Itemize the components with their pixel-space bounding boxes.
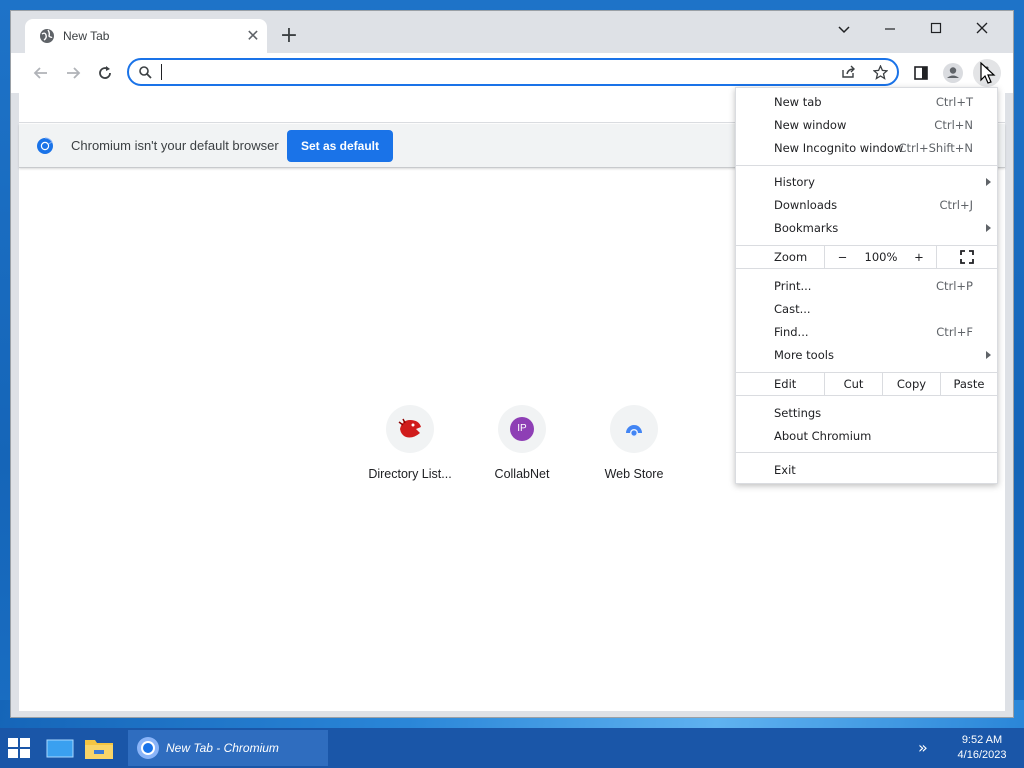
menu-label: Settings [774, 406, 822, 420]
tray-overflow-icon[interactable]: » [918, 738, 928, 757]
chromium-logo-icon [37, 137, 53, 154]
address-input[interactable] [159, 63, 819, 81]
close-tab-icon[interactable]: ✕ [243, 26, 263, 46]
menu-label: Bookmarks [774, 221, 839, 235]
menu-label: About Chromium [774, 429, 872, 443]
app-menu: New tab Ctrl+T New window Ctrl+N New Inc… [735, 87, 998, 484]
tab-search-icon[interactable] [821, 15, 867, 45]
menu-shortcut: Ctrl+J [939, 198, 974, 212]
menu-item-more-tools[interactable]: More tools [736, 344, 997, 367]
menu-item-downloads[interactable]: Downloads Ctrl+J [736, 194, 997, 217]
menu-zoom-row: Zoom − 100% + [736, 245, 997, 269]
omnibox[interactable] [127, 58, 899, 86]
tab-title: New Tab [63, 29, 110, 43]
mouse-cursor-icon [980, 62, 996, 84]
close-window-icon[interactable] [959, 15, 1005, 45]
menu-item-history[interactable]: History [736, 171, 997, 194]
infobar-message: Chromium isn't your default browser [71, 138, 279, 153]
tab-new-tab[interactable]: New Tab ✕ [25, 19, 267, 53]
submenu-arrow-icon [986, 178, 991, 186]
bookmark-star-icon[interactable] [873, 65, 888, 80]
menu-label: Find... [774, 325, 809, 339]
menu-item-about[interactable]: About Chromium [736, 425, 997, 448]
menu-shortcut: Ctrl+F [936, 325, 973, 339]
menu-item-find[interactable]: Find... Ctrl+F [736, 321, 997, 344]
menu-label: Exit [774, 463, 796, 477]
shortcut-icon-circle [386, 405, 434, 453]
menu-separator [736, 165, 997, 166]
menu-separator [736, 452, 997, 453]
reload-icon[interactable] [91, 59, 119, 87]
minimize-icon[interactable] [867, 15, 913, 45]
menu-edit-row: Edit Cut Copy Paste [736, 372, 997, 396]
menu-item-new-incognito[interactable]: New Incognito window Ctrl+Shift+N [736, 137, 997, 160]
profile-icon[interactable] [939, 59, 967, 87]
menu-label: New window [774, 118, 847, 132]
shortcut-label: Web Store [604, 467, 664, 481]
side-panel-icon[interactable] [907, 59, 935, 87]
zoom-value: 100% [864, 250, 898, 264]
zoom-label: Zoom [774, 250, 808, 264]
red-creature-icon [398, 418, 421, 438]
menu-label: Print... [774, 279, 812, 293]
copy-button[interactable]: Copy [882, 373, 940, 395]
zoom-out-button[interactable]: − [824, 246, 860, 268]
taskbar: New Tab - Chromium » 9:52 AM 4/16/2023 [0, 728, 1024, 768]
web-store-icon [626, 425, 642, 437]
submenu-arrow-icon [986, 351, 991, 359]
menu-item-new-tab[interactable]: New tab Ctrl+T [736, 91, 997, 114]
submenu-arrow-icon [986, 224, 991, 232]
maximize-icon[interactable] [913, 15, 959, 45]
taskbar-window-title: New Tab - Chromium [166, 741, 279, 755]
back-icon[interactable] [27, 59, 55, 87]
menu-shortcut: Ctrl+P [935, 279, 973, 293]
shortcut-web-store[interactable]: Web Store [579, 405, 689, 481]
menu-label: Downloads [774, 198, 838, 212]
windows-start-icon[interactable] [4, 734, 34, 762]
shortcut-directory-list[interactable]: Directory List... [355, 405, 465, 481]
menu-item-cast[interactable]: Cast... [736, 298, 997, 321]
menu-item-settings[interactable]: Settings [736, 402, 997, 425]
clock-date: 4/16/2023 [957, 749, 1007, 761]
zoom-in-button[interactable]: + [902, 246, 936, 268]
menu-label: New Incognito window [774, 141, 904, 155]
clock-time: 9:52 AM [961, 734, 1003, 746]
forward-icon[interactable] [59, 59, 87, 87]
chromium-taskbar-icon [137, 737, 159, 759]
menu-label: Cast... [774, 302, 811, 316]
menu-item-new-window[interactable]: New window Ctrl+N [736, 114, 997, 137]
desktop-app-icon[interactable] [44, 732, 76, 764]
cut-button[interactable]: Cut [824, 373, 882, 395]
menu-shortcut: Ctrl+N [934, 118, 973, 132]
paste-button[interactable]: Paste [940, 373, 997, 395]
share-icon[interactable] [841, 65, 857, 79]
file-explorer-icon[interactable] [82, 732, 116, 764]
menu-item-print[interactable]: Print... Ctrl+P [736, 275, 997, 298]
fullscreen-icon[interactable] [936, 246, 997, 268]
title-bar: New Tab ✕ + [11, 11, 1013, 53]
shortcut-label: Directory List... [368, 467, 452, 481]
menu-item-exit[interactable]: Exit [736, 459, 997, 482]
edit-label: Edit [774, 377, 797, 391]
system-clock[interactable]: 9:52 AM 4/16/2023 [946, 733, 1018, 763]
menu-item-bookmarks[interactable]: Bookmarks [736, 217, 997, 240]
shortcut-icon-circle: IP [498, 405, 546, 453]
search-icon [139, 66, 152, 79]
menu-shortcut: Ctrl+Shift+N [898, 141, 973, 155]
shortcut-collabnet[interactable]: IP CollabNet [467, 405, 577, 481]
text-caret [161, 64, 162, 80]
globe-icon [40, 29, 54, 43]
menu-label: New tab [774, 95, 822, 109]
menu-shortcut: Ctrl+T [935, 95, 973, 109]
menu-label: History [774, 175, 815, 189]
collabnet-ip-icon: IP [510, 417, 534, 441]
menu-label: More tools [774, 348, 834, 362]
shortcut-label: CollabNet [494, 467, 550, 481]
shortcut-icon-circle [610, 405, 658, 453]
taskbar-chromium-window[interactable]: New Tab - Chromium [128, 730, 328, 766]
set-as-default-button[interactable]: Set as default [287, 130, 393, 162]
new-tab-button[interactable]: + [277, 25, 301, 49]
